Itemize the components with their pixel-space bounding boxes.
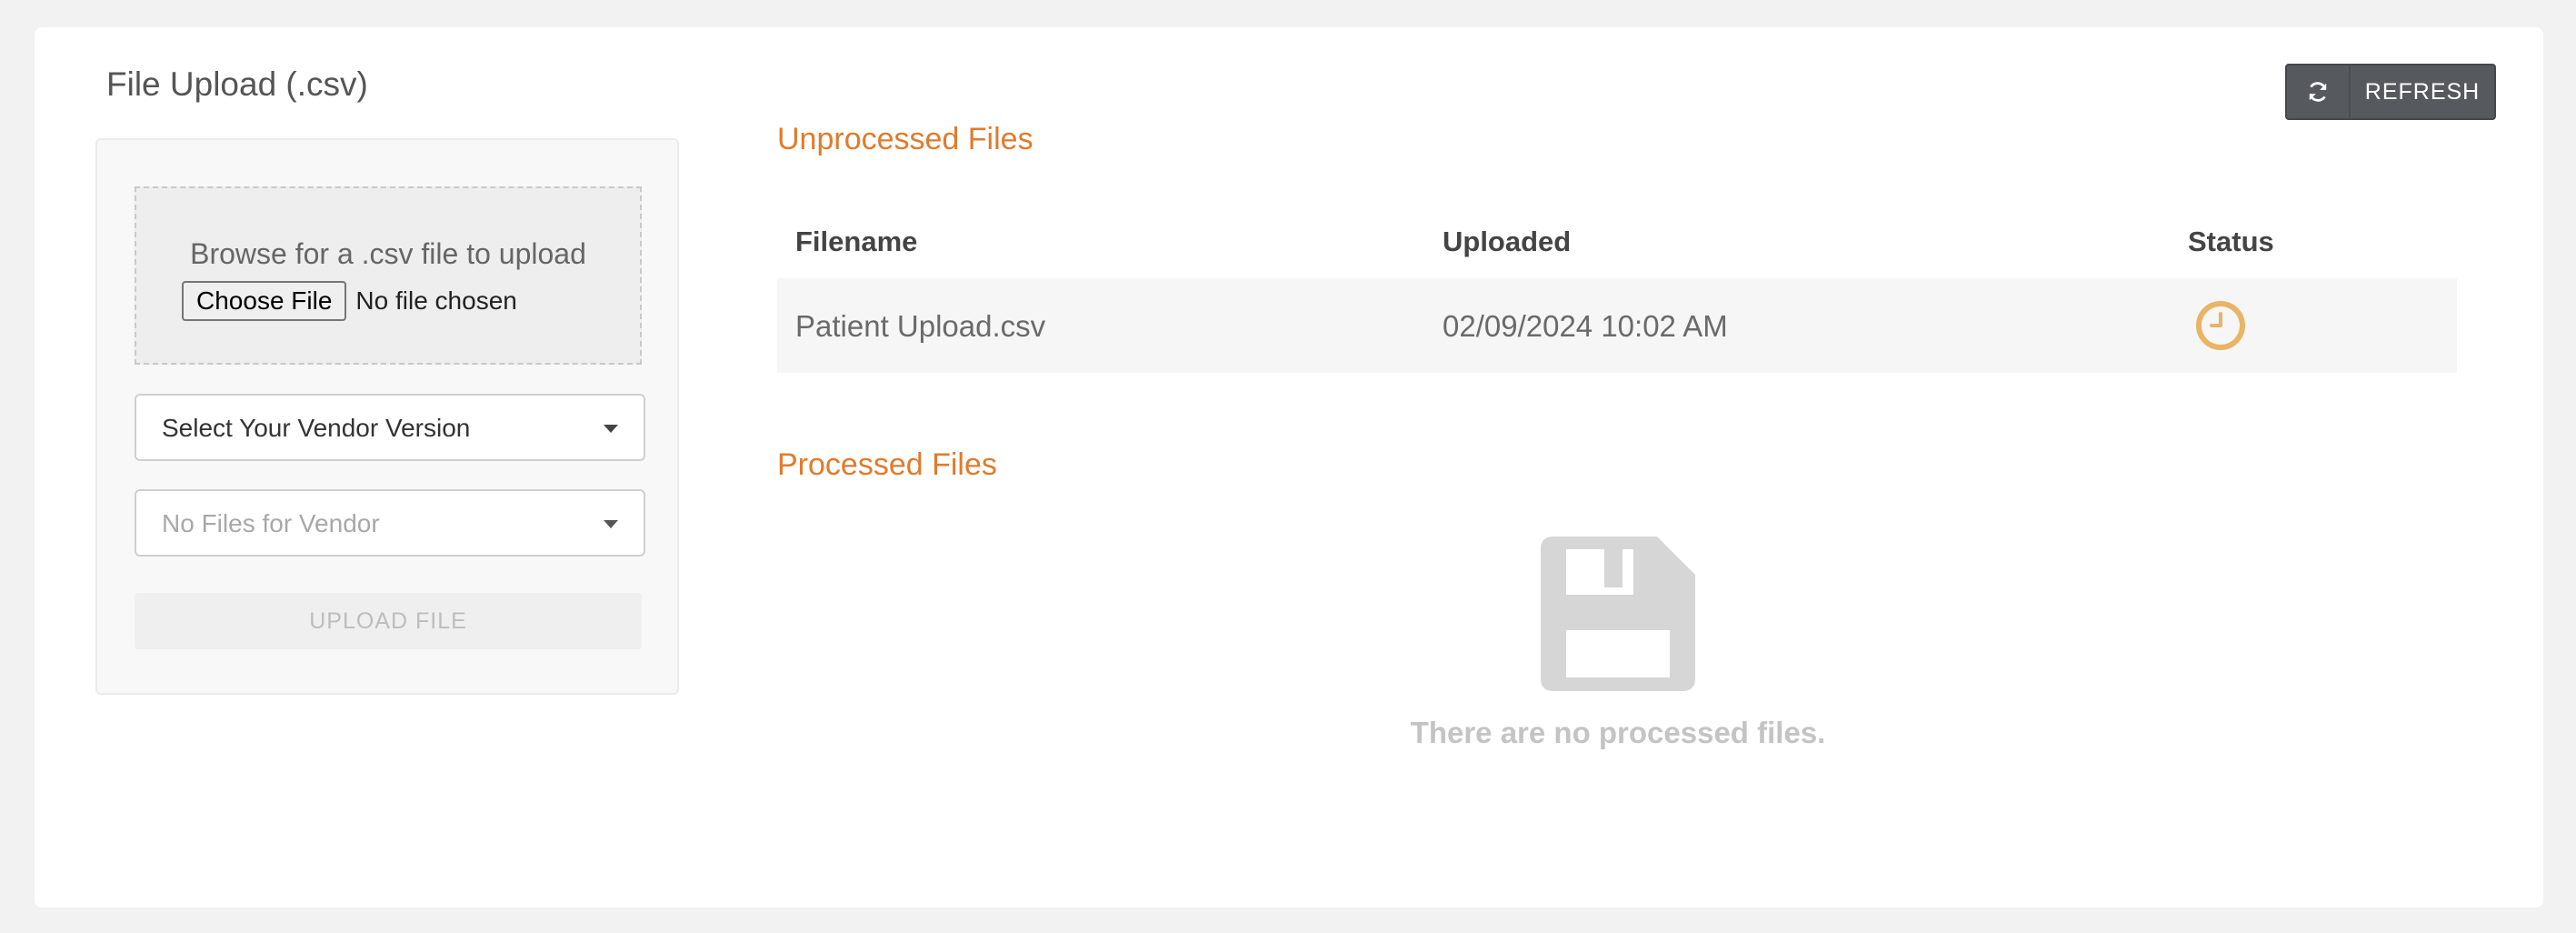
clock-icon bbox=[2195, 300, 2246, 356]
column-header-uploaded: Uploaded bbox=[1443, 226, 1572, 257]
vendor-version-select-value: Select Your Vendor Version bbox=[162, 414, 471, 442]
column-header-status: Status bbox=[2188, 226, 2274, 257]
unprocessed-files-table: Filename Uploaded Status Patient Upload.… bbox=[777, 209, 2457, 373]
vendor-version-select[interactable]: Select Your Vendor Version bbox=[135, 394, 645, 461]
refresh-icon bbox=[2287, 65, 2351, 118]
page-title: File Upload (.csv) bbox=[106, 65, 368, 103]
processed-files-title: Processed Files bbox=[777, 447, 997, 482]
file-input[interactable]: Choose File No file chosen bbox=[182, 281, 517, 321]
file-dropzone[interactable]: Browse for a .csv file to upload Choose … bbox=[135, 186, 642, 365]
refresh-button[interactable]: REFRESH bbox=[2285, 64, 2496, 120]
floppy-disk-icon bbox=[1541, 537, 1695, 691]
processed-empty-state: There are no processed files. bbox=[1182, 537, 2054, 750]
empty-state-text: There are no processed files. bbox=[1410, 716, 1826, 749]
unprocessed-files-title: Unprocessed Files bbox=[777, 122, 1033, 156]
vendor-files-select[interactable]: No Files for Vendor bbox=[135, 489, 645, 557]
choose-file-button[interactable]: Choose File bbox=[182, 281, 347, 321]
column-header-filename: Filename bbox=[795, 226, 918, 257]
table-row[interactable]: Patient Upload.csv 02/09/2024 10:02 AM bbox=[777, 278, 2457, 373]
row-filename: Patient Upload.csv bbox=[795, 309, 1046, 343]
file-status-text: No file chosen bbox=[355, 286, 517, 315]
dropzone-text: Browse for a .csv file to upload bbox=[190, 237, 586, 270]
row-uploaded: 02/09/2024 10:02 AM bbox=[1443, 309, 1728, 343]
refresh-button-label: REFRESH bbox=[2364, 78, 2481, 105]
caret-down-icon bbox=[604, 425, 618, 433]
vendor-files-select-value: No Files for Vendor bbox=[162, 509, 380, 537]
upload-file-button[interactable]: UPLOAD FILE bbox=[135, 593, 642, 649]
upload-panel: Browse for a .csv file to upload Choose … bbox=[95, 138, 679, 695]
table-header: Filename Uploaded Status bbox=[777, 209, 2457, 278]
caret-down-icon bbox=[604, 520, 618, 528]
